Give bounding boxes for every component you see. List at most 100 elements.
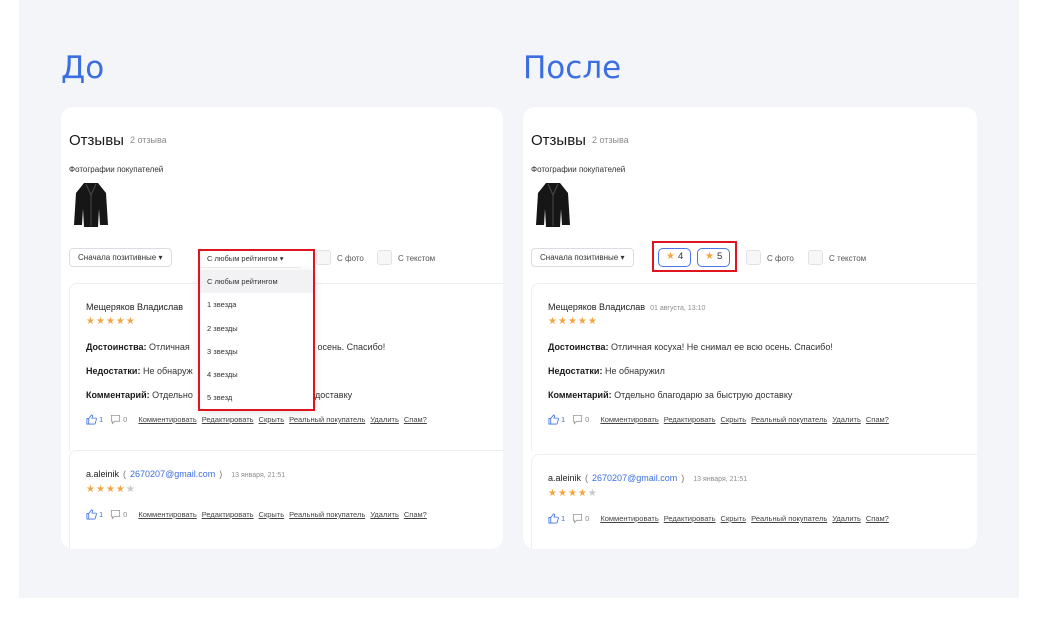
spam-link[interactable]: Спам? — [866, 514, 889, 523]
rating-option-1[interactable]: 1 звезда — [200, 293, 313, 316]
jacket-photo[interactable] — [73, 181, 109, 229]
sort-dropdown[interactable]: Сначала позитивные ▾ — [531, 248, 634, 267]
star-icon: ★ — [115, 316, 126, 327]
pros-text: Отличная косуха! Не снимал ее всю осень.… — [611, 342, 833, 352]
photo-filter-checkbox[interactable] — [746, 250, 761, 265]
caret-icon: ▾ — [158, 253, 163, 262]
star-icon: ★ — [666, 251, 675, 262]
review-actions: 1 0 Комментировать Редактировать Скрыть … — [86, 414, 432, 425]
rating-options-list: С любым рейтингом 1 звезда 2 звезды 3 зв… — [200, 270, 313, 410]
star-icon: ★ — [567, 488, 578, 499]
rating-stars: ★★★★★ — [548, 316, 598, 327]
star-icon: ★ — [548, 488, 558, 499]
reviewer-email[interactable]: 2670207@gmail.com — [130, 469, 215, 479]
star-icon: ★ — [105, 484, 116, 495]
comment-icon[interactable] — [572, 414, 583, 425]
comment-link[interactable]: Комментировать — [600, 514, 658, 523]
rating-filter-dropdown[interactable]: С любым рейтингом ▾ — [200, 249, 301, 268]
rating-option-4[interactable]: 4 звезды — [200, 363, 313, 386]
real-buyer-link[interactable]: Реальный покупатель — [751, 514, 827, 523]
comment-icon[interactable] — [110, 509, 121, 520]
rating-option-5[interactable]: 5 звезд — [200, 386, 313, 409]
reviewer-name-text: Мещеряков Владислав — [548, 302, 646, 312]
rating-chip-5[interactable]: ★ 5 — [697, 248, 731, 267]
real-buyer-link[interactable]: Реальный покупатель — [289, 510, 365, 519]
rating-chip-4[interactable]: ★ 4 — [658, 248, 692, 267]
reviewer-name: Мещеряков Владислав 01 августа, 13:10 — [548, 302, 705, 312]
hide-link[interactable]: Скрыть — [259, 415, 285, 424]
edit-link[interactable]: Редактировать — [664, 415, 716, 424]
reviews-title-text: Отзывы — [69, 132, 124, 149]
spam-link[interactable]: Спам? — [866, 415, 889, 424]
text-filter-checkbox[interactable] — [377, 250, 392, 265]
review-pros-tail: о осень. Спасибо! — [310, 342, 386, 352]
star-icon: ★ — [557, 316, 568, 327]
delete-link[interactable]: Удалить — [370, 415, 399, 424]
review-card: Мещеряков Владислав 01 августа, 13:10 ★★★… — [531, 283, 977, 451]
star-icon: ★ — [705, 251, 714, 262]
review-card: a.aleinik(2670207@gmail.com) 13 января, 2… — [531, 454, 977, 549]
hide-link[interactable]: Скрыть — [721, 514, 747, 523]
thumbs-up-icon[interactable] — [548, 414, 559, 425]
review-date: 13 января, 21:51 — [231, 472, 286, 479]
sort-dropdown-label: Сначала позитивные — [78, 253, 157, 262]
paren-close: ) — [219, 469, 223, 479]
real-buyer-link[interactable]: Реальный покупатель — [289, 415, 365, 424]
sort-dropdown[interactable]: Сначала позитивные ▾ — [69, 248, 172, 267]
comment-icon[interactable] — [572, 513, 583, 524]
edit-link[interactable]: Редактировать — [202, 510, 254, 519]
text-filter-checkbox[interactable] — [808, 250, 823, 265]
hide-link[interactable]: Скрыть — [721, 415, 747, 424]
star-icon: ★ — [577, 488, 588, 499]
star-icon: ★ — [95, 484, 106, 495]
likes-count: 1 — [99, 415, 104, 424]
cons-label: Недостатки: — [548, 366, 603, 376]
edit-link[interactable]: Редактировать — [202, 415, 254, 424]
paren-close: ) — [681, 473, 685, 483]
comment-icon[interactable] — [110, 414, 121, 425]
rating-option-2[interactable]: 2 звезды — [200, 317, 313, 340]
star-icon: ★ — [95, 316, 106, 327]
rating-option-3[interactable]: 3 звезды — [200, 340, 313, 363]
review-actions: 1 0 Комментировать Редактировать Скрыть … — [548, 513, 894, 524]
jacket-photo[interactable] — [535, 181, 571, 229]
star-icon: ★ — [105, 316, 116, 327]
likes-count: 1 — [561, 514, 566, 523]
after-reviews-card: Отзывы 2 отзыва Фотографии покупателей Сн… — [523, 107, 977, 549]
real-buyer-link[interactable]: Реальный покупатель — [751, 415, 827, 424]
review-cons: Недостатки: Не обнаружил — [548, 366, 665, 376]
thumbs-up-icon[interactable] — [548, 513, 559, 524]
photo-filter-label: С фото — [767, 254, 794, 263]
text-filter-label: С текстом — [829, 254, 867, 263]
edit-link[interactable]: Редактировать — [664, 514, 716, 523]
comment-link[interactable]: Комментировать — [138, 415, 196, 424]
photo-filter-checkbox[interactable] — [316, 250, 331, 265]
star-icon: ★ — [125, 316, 136, 327]
review-card: a.aleinik(2670207@gmail.com) 13 января, 2… — [69, 450, 503, 549]
spam-link[interactable]: Спам? — [404, 510, 427, 519]
star-icon: ★ — [567, 316, 578, 327]
delete-link[interactable]: Удалить — [832, 415, 861, 424]
rating-chip-value: 4 — [677, 251, 684, 262]
thumbs-up-icon[interactable] — [86, 509, 97, 520]
delete-link[interactable]: Удалить — [832, 514, 861, 523]
cons-label: Недостатки: — [86, 366, 141, 376]
spam-link[interactable]: Спам? — [404, 415, 427, 424]
rating-stars: ★★★★★ — [86, 484, 136, 495]
caret-icon: ▾ — [279, 254, 284, 263]
comments-count: 0 — [585, 415, 590, 424]
rating-option-any[interactable]: С любым рейтингом — [200, 270, 313, 294]
delete-link[interactable]: Удалить — [370, 510, 399, 519]
thumbs-up-icon[interactable] — [86, 414, 97, 425]
pros-label: Достоинства: — [548, 342, 609, 352]
reviewer-email[interactable]: 2670207@gmail.com — [592, 473, 677, 483]
comment-link[interactable]: Комментировать — [600, 415, 658, 424]
hide-link[interactable]: Скрыть — [259, 510, 285, 519]
comment-link[interactable]: Комментировать — [138, 510, 196, 519]
reviews-count: 2 отзыва — [591, 135, 629, 145]
rating-chip-value: 5 — [716, 251, 723, 262]
reviewer-name: a.aleinik(2670207@gmail.com) 13 января, 2… — [548, 473, 747, 483]
reviews-title: Отзывы 2 отзыва — [531, 132, 629, 149]
cons-text: Не обнаружил — [604, 366, 665, 376]
review-actions: 1 0 Комментировать Редактировать Скрыть … — [548, 414, 894, 425]
